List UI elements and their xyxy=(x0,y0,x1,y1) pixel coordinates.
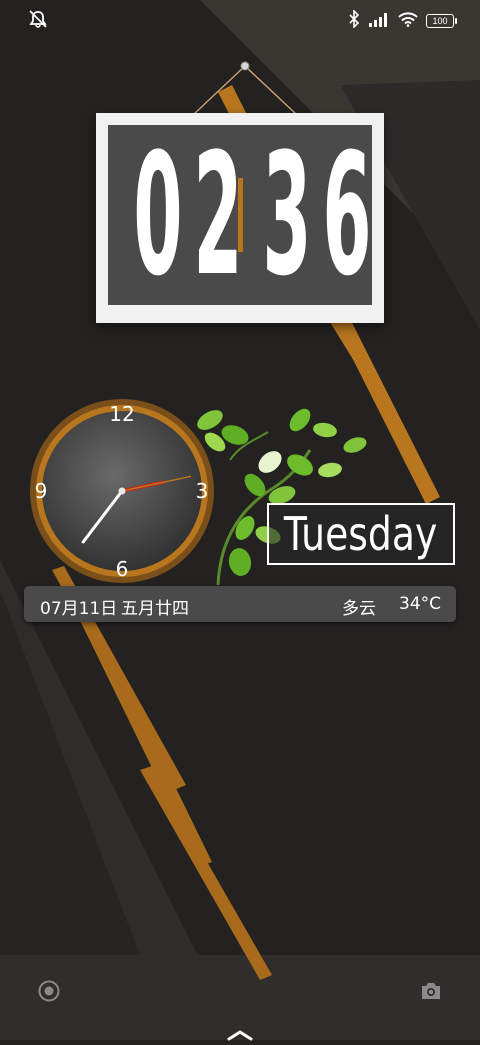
clock-hour-tens: 0 xyxy=(132,117,183,313)
bell-off-icon xyxy=(28,10,48,32)
date-weather-bar: 07月11日 五月廿四 多云 34°C xyxy=(24,586,456,622)
digital-clock-card: 0 2 3 6 xyxy=(96,113,384,323)
analog-clock: 12 3 6 9 xyxy=(30,399,214,583)
date-label: 07月11日 xyxy=(40,599,118,619)
battery-icon: 100 xyxy=(426,14,457,28)
clock-minute-tens: 3 xyxy=(261,117,312,313)
signal-icon xyxy=(368,12,390,31)
lunar-date-label: 五月廿四 xyxy=(121,599,189,619)
camera-icon[interactable] xyxy=(419,979,443,1007)
wifi-icon xyxy=(398,11,418,31)
bluetooth-icon xyxy=(348,9,360,32)
digital-clock-display: 0 2 3 6 xyxy=(108,125,372,305)
day-of-week-label: Tuesday xyxy=(284,507,438,561)
weather-label: 多云 xyxy=(342,599,376,619)
chevron-up-icon[interactable] xyxy=(226,1026,254,1045)
temperature-label: 34°C xyxy=(399,594,442,614)
clock-hour-ones: 2 xyxy=(192,117,243,313)
clock-number-9: 9 xyxy=(35,479,48,503)
clock-number-12: 12 xyxy=(109,402,134,426)
clock-number-6: 6 xyxy=(116,557,129,581)
record-icon[interactable] xyxy=(37,979,61,1007)
day-of-week-box: Tuesday xyxy=(267,503,455,565)
status-bar: 100 xyxy=(0,0,480,40)
clock-minute-ones: 6 xyxy=(321,117,372,313)
clock-number-3: 3 xyxy=(196,479,209,503)
